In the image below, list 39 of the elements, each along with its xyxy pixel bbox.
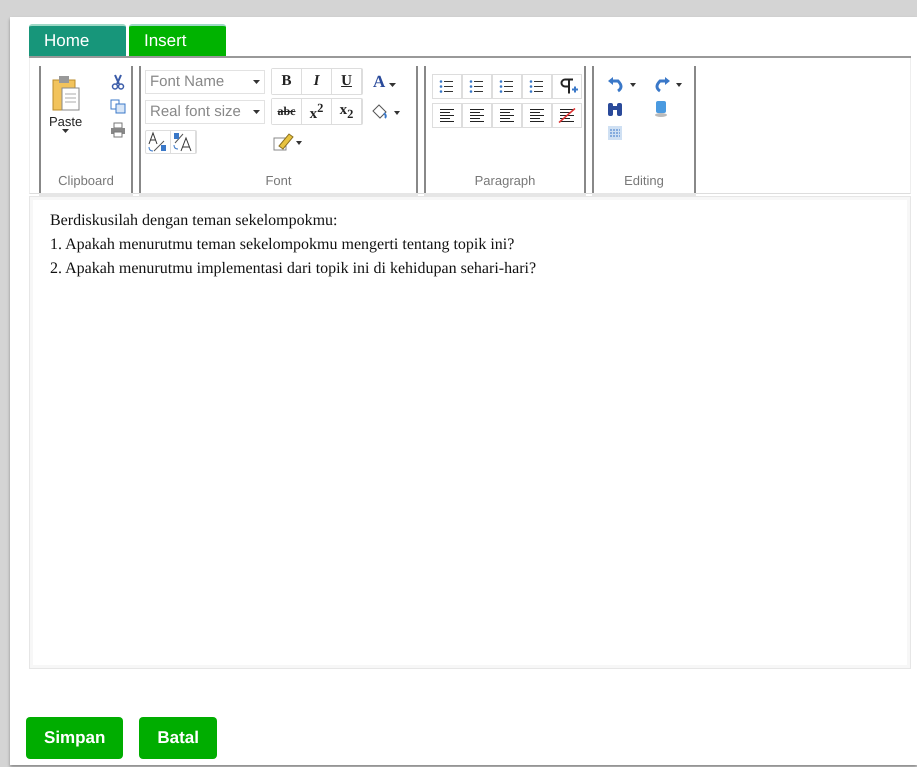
group-label: Editing — [623, 173, 665, 190]
caret-icon — [388, 82, 396, 86]
align-icon[interactable] — [432, 103, 462, 128]
format-button[interactable]: abc — [272, 99, 302, 124]
printer-icon[interactable] — [110, 122, 126, 138]
group-label: Font — [264, 173, 292, 190]
list-icon[interactable] — [522, 74, 552, 99]
font-size-dropdown[interactable]: Real font size — [145, 100, 265, 124]
caret-icon — [62, 129, 70, 133]
format-button[interactable]: B — [272, 69, 302, 94]
ribbon-tab[interactable]: Home — [29, 24, 126, 56]
align-icon[interactable] — [552, 103, 582, 128]
editor-text: 1. Apakah menurutmu teman sekelompokmu mengerti tentang topik ini? — [50, 235, 516, 255]
scissors-icon[interactable] — [110, 74, 126, 90]
dropdown-text: Font Name — [150, 73, 224, 90]
select-all-icon[interactable] — [606, 124, 624, 142]
group-label: Paragraph — [474, 173, 536, 190]
align-icon[interactable] — [462, 103, 492, 128]
grow-font-icon[interactable] — [146, 130, 171, 152]
editor-text: 2. Apakah menurutmu implementasi dari topik ini di kehidupan sehari-hari? — [50, 259, 538, 279]
text-editor[interactable]: Berdiskusilah dengan teman sekelompokmu: 1. Apakah menurutmu teman sekelompokmu mengerti tentang topik ini? 2. Apakah menurutmu implementasi dari topik ini di kehidupan sehari-hari? — [29, 196, 911, 669]
highlighter-icon[interactable] — [273, 132, 303, 152]
editor-text: Berdiskusilah dengan teman sekelompokmu: — [50, 211, 338, 231]
copy-icon[interactable] — [110, 98, 126, 114]
group-label: Clipboard — [57, 173, 115, 190]
paint-bucket-icon[interactable] — [371, 102, 401, 120]
caret-icon — [253, 110, 260, 114]
align-icon[interactable] — [492, 103, 522, 128]
pilcrow-icon[interactable] — [552, 74, 582, 99]
font-color-button[interactable]: A — [369, 72, 400, 92]
dropdown-text: Real font size — [150, 103, 241, 120]
list-icon[interactable] — [432, 74, 462, 99]
paste-button[interactable]: Paste — [45, 68, 86, 171]
caret-icon — [253, 80, 260, 84]
shrink-font-icon[interactable] — [171, 130, 196, 152]
align-icon[interactable] — [522, 103, 552, 128]
font-name-dropdown[interactable]: Font Name — [145, 70, 265, 94]
list-icon[interactable] — [462, 74, 492, 99]
list-icon[interactable] — [492, 74, 522, 99]
